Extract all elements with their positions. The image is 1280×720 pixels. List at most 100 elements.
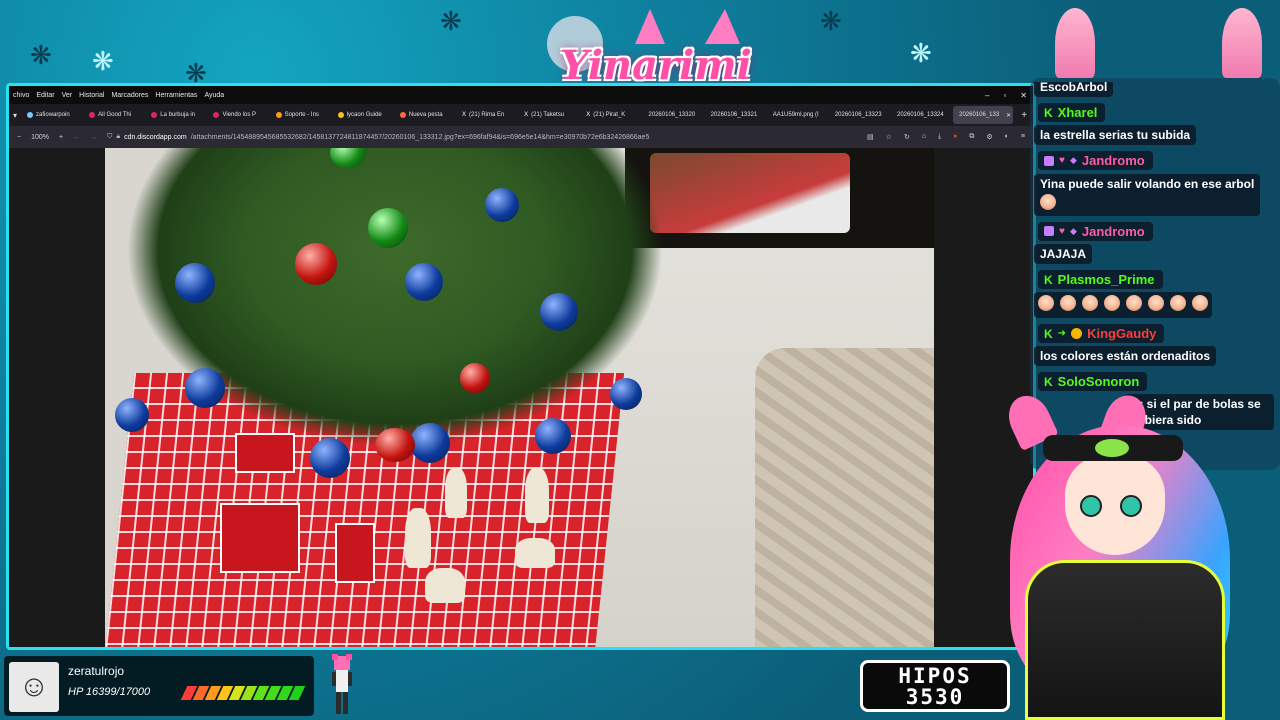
emote-icon [1104,295,1120,311]
paw-icon: ❋ [820,6,842,36]
menu-item-help[interactable]: Ayuda [204,92,224,99]
zoom-in-button[interactable]: + [59,134,63,141]
hipos-count: 3530 [905,685,965,709]
bookmark-star-icon[interactable]: ☆ [886,133,892,141]
browser-tab[interactable]: X (21) Taketsu [518,106,578,124]
paw-icon: ❋ [910,38,932,68]
lock-icon[interactable]: 🔒︎ [116,133,120,141]
tab-label: 20260106_13324 [896,112,944,118]
browser-tab[interactable]: lycaon Guide [332,106,392,124]
x-logo-icon: X [524,112,529,118]
ornament [185,368,225,408]
chat-message: K Plasmos_Prime [1034,270,1274,318]
url-path: /attachments/1454889545685532682/1458137… [190,133,650,141]
chat-message: ♥ ◆ Jandromo Yina puede salir volando en… [1034,151,1274,216]
browser-tab[interactable]: 20260106_13320 [642,106,702,124]
tab-label: (21) Taketsu [531,112,565,118]
home-icon[interactable]: ⌂ [922,133,926,141]
menu-item-view[interactable]: Ver [62,92,73,99]
chat-username-row: ♥ ◆ Jandromo [1038,151,1153,170]
tab-list-icon[interactable]: ▾ [11,111,19,120]
menu-item-tools[interactable]: Herramientas [155,92,197,99]
chat-username-row: K Xharel [1038,103,1106,122]
heart-badge-icon: ♥ [1059,155,1065,166]
extension-icon[interactable]: ◐ [1005,133,1009,141]
photo-figurine [425,568,465,603]
logo-text: Yinarimi [560,42,752,89]
download-icon[interactable]: ⤓ [938,133,941,141]
chat-username[interactable]: Xharel [1058,105,1098,120]
chat-message-text: Yina puede salir volando en ese arbol [1034,173,1261,216]
tab-label: Nueva pesta [408,112,443,118]
browser-tab[interactable]: La burbuja in [145,106,205,124]
browser-tab[interactable]: 20260106_13323 [829,106,889,124]
extension-icon[interactable]: ⧉ [969,133,974,141]
maximize-icon[interactable]: ▫ [1003,91,1006,100]
reload-icon[interactable]: ↻ [904,133,910,141]
url-bar[interactable]: ⛉ 🔒︎ cdn.discordapp.com/attachments/1454… [107,133,857,141]
tab-label: Viendo los P [222,112,257,118]
emote-icon [1082,295,1098,311]
extension-icon[interactable]: ● [953,133,957,141]
newtab-icon [399,112,406,118]
browser-tab[interactable]: Viendo los P [207,106,267,124]
browser-tab[interactable]: 20260106_13324 [891,106,951,124]
menu-item-file[interactable]: chivo [13,92,29,99]
browser-tab[interactable]: Soporte - Ins [270,106,330,124]
close-icon[interactable]: ✕ [1020,91,1027,100]
browser-tab[interactable]: All Good Thi [83,106,143,124]
christmas-tree-photo[interactable] [105,148,934,647]
chat-message-text: EscobArbol [1034,82,1114,97]
extension-icon[interactable]: ⚙ [986,133,992,141]
chat-username[interactable]: SoloSonoron [1058,374,1140,389]
kick-badge-icon: K [1044,272,1053,287]
browser-tab[interactable]: AA1U59mI.png (I [767,106,827,124]
forward-arrow-icon[interactable]: → [90,134,97,141]
zoom-out-button[interactable]: − [17,134,21,141]
emote-icon [1126,295,1142,311]
chat-username[interactable]: Jandromo [1082,224,1145,239]
menu-item-edit[interactable]: Editar [36,92,54,99]
subscriber-badge-icon [1044,155,1054,166]
menu-item-bookmarks[interactable]: Marcadores [111,92,148,99]
tab-close-icon[interactable]: ✕ [1006,112,1011,119]
emote-icon [1192,295,1208,311]
shield-icon[interactable]: ⛉ [107,133,112,141]
viewer-avatar: ☺ [9,662,59,712]
menu-icon[interactable]: ≡ [1021,133,1025,141]
menu-item-history[interactable]: Historial [79,92,104,99]
viewer-hp-text: HP 16399/17000 [68,686,151,698]
browser-tab-active[interactable]: 20260106_133 ✕ [953,106,1014,124]
avatar-headband [1043,435,1183,461]
browser-tab[interactable]: 20260106_13321 [705,106,765,124]
ornament [295,243,337,285]
zoom-level[interactable]: 100% [31,134,49,141]
minimize-icon[interactable]: – [985,91,989,100]
ornament [368,208,408,248]
chat-message-text: JAJAJA [1034,244,1093,264]
ornament [460,363,490,393]
chat-username[interactable]: Jandromo [1082,153,1145,168]
chat-message: ♥ ◆ Jandromo JAJAJA [1034,221,1274,264]
chat-username-row: K SoloSonoron [1038,372,1148,391]
chat-username-row: ♥ ◆ Jandromo [1038,221,1153,241]
subscriber-badge-icon [1044,226,1054,236]
photo-figurine [515,538,555,568]
chat-username[interactable]: Plasmos_Prime [1058,272,1155,287]
tab-label: 20260106_13320 [648,112,696,118]
chat-username[interactable]: KingGaudy [1087,326,1156,341]
window-controls: – ▫ ✕ [985,91,1033,100]
browser-tab[interactable]: X (21) Pirat_K [580,106,640,124]
back-arrow-icon[interactable]: ← [73,134,80,141]
reader-view-icon[interactable]: ▤ [867,133,874,141]
ornament [485,188,519,222]
browser-tab[interactable]: X (21) Rima En [456,106,516,124]
ornament [540,293,578,331]
photo-figurine [405,508,431,568]
kick-badge-icon: K [1044,374,1053,389]
avatar-eye-left [1080,495,1102,517]
browser-tab[interactable]: zafiowarpoin [21,106,81,124]
browser-tab[interactable]: Nueva pesta [394,106,454,124]
tab-label: All Good Thi [98,112,132,118]
emote-icon [1148,295,1164,311]
